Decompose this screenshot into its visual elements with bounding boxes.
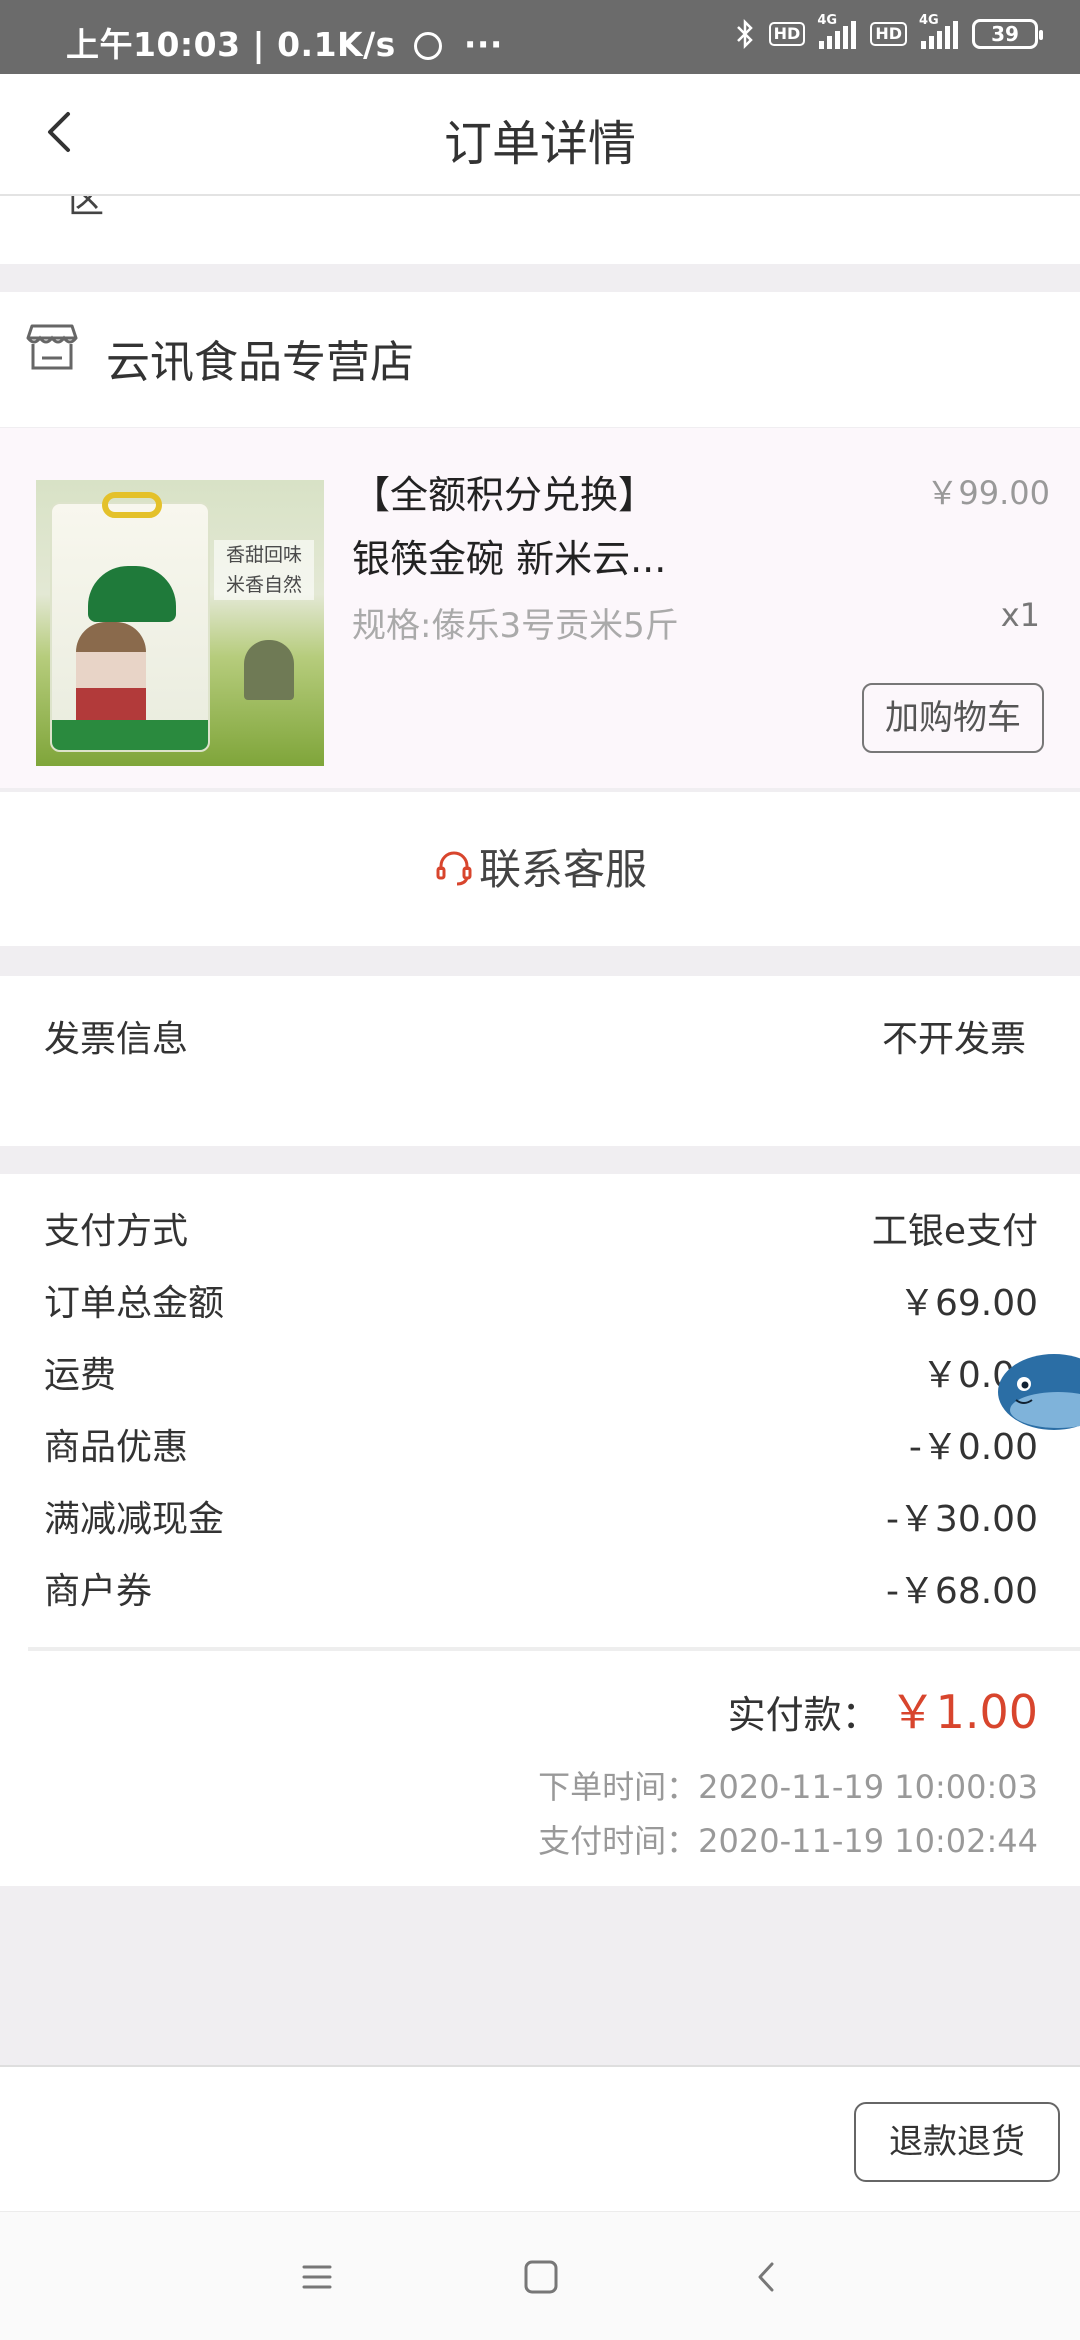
payment-row: 运费 ￥0.00 (44, 1346, 1038, 1396)
product-price: ￥99.00 (926, 474, 1050, 512)
headset-icon (436, 851, 472, 885)
status-bar: 上午10:03 | 0.1K/s ··· HD 4G HD 4G 39 (0, 0, 1080, 74)
payment-row: 订单总金额 ￥69.00 (44, 1274, 1038, 1324)
shop-name: 云讯食品专营店 (106, 337, 414, 388)
full-reduction-value: -￥30.00 (885, 1499, 1038, 1540)
product-name: 银筷金碗 新米云... (352, 537, 667, 581)
order-total-value: ￥69.00 (898, 1283, 1038, 1324)
signal-2-type: 4G (919, 13, 939, 28)
shipping-label: 运费 (44, 1355, 117, 1396)
invoice-label: 发票信息 (44, 1019, 189, 1060)
order-total-label: 订单总金额 (44, 1283, 225, 1324)
order-time: 下单时间：2020-11-19 10:00:03 (538, 1768, 1038, 1806)
store-icon (26, 324, 78, 370)
status-icons: HD 4G HD 4G 39 (735, 13, 1043, 50)
bluetooth-icon (736, 18, 753, 50)
full-reduction-label: 满减减现金 (44, 1499, 225, 1540)
bottom-action-bar: 退款退货 (0, 2065, 1080, 2211)
amount-paid: 实付款： ￥1.00 (728, 1676, 1038, 1742)
amount-paid-label: 实付款： (727, 1693, 880, 1737)
hd-badge-2: HD (870, 22, 907, 46)
product-image-slogan: 香甜回味 米香自然 (214, 540, 314, 600)
floating-assistant-whale-icon[interactable] (996, 1344, 1080, 1436)
payment-method-label: 支付方式 (44, 1211, 189, 1252)
invoice-value: 不开发票 (881, 1019, 1026, 1060)
contact-service-label: 联系客服 (478, 845, 647, 894)
merchant-coupon-label: 商户券 (44, 1571, 153, 1612)
product-discount-label: 商品优惠 (44, 1427, 189, 1468)
product-quantity: x1 (1000, 596, 1040, 634)
merchant-coupon-value: -￥68.00 (885, 1571, 1038, 1612)
product-image[interactable]: 香甜回味 米香自然 (36, 480, 324, 766)
contact-service-button[interactable]: 联系客服 (0, 792, 1080, 946)
battery-icon: 39 (972, 19, 1043, 49)
product-item[interactable]: 香甜回味 米香自然 【全额积分兑换】 银筷金碗 新米云... 规格:傣乐3号贡米… (0, 428, 1080, 788)
product-tag: 【全额积分兑换】 (352, 473, 657, 517)
page-title: 订单详情 (443, 116, 636, 172)
payment-divider (28, 1647, 1080, 1651)
hd-badge-1: HD (768, 22, 806, 46)
menu-icon[interactable] (292, 2252, 342, 2302)
pay-time: 支付时间：2020-11-19 10:02:44 (538, 1822, 1038, 1860)
signal-1-icon: 4G (817, 13, 857, 49)
status-time-text: 上午10:03 | 0.1K/s (66, 25, 396, 64)
status-time: 上午10:03 | 0.1K/s ··· (66, 18, 503, 66)
payment-row: 满减减现金 -￥30.00 (44, 1490, 1038, 1540)
system-nav-bar (0, 2211, 1080, 2340)
rice-bag-graphic (50, 492, 210, 752)
alarm-icon (413, 32, 442, 60)
payment-row: 支付方式 工银e支付 (44, 1202, 1038, 1252)
shop-header[interactable]: 云讯食品专营店 (0, 292, 1080, 427)
address-section: 区 (0, 196, 1080, 264)
page-header: 订单详情 (0, 74, 1080, 196)
more-icon: ··· (463, 25, 503, 64)
amount-paid-value: ￥1.00 (889, 1685, 1038, 1739)
add-to-cart-button[interactable]: 加购物车 (862, 683, 1044, 753)
back-nav-icon[interactable] (742, 2252, 792, 2302)
farmer-graphic (244, 640, 294, 700)
signal-2-icon: 4G (919, 13, 958, 49)
invoice-section: 发票信息 不开发票 (0, 976, 1080, 1146)
payment-method-value: 工银e支付 (871, 1211, 1038, 1252)
payment-section: 支付方式 工银e支付 订单总金额 ￥69.00 运费 ￥0.00 商品优惠 -￥… (0, 1174, 1080, 1886)
payment-row: 商品优惠 -￥0.00 (44, 1418, 1038, 1468)
payment-row: 商户券 -￥68.00 (44, 1562, 1038, 1612)
product-spec: 规格:傣乐3号贡米5斤 (352, 606, 679, 646)
refund-return-button[interactable]: 退款退货 (854, 2102, 1060, 2182)
address-text: 区 (68, 196, 105, 221)
home-icon[interactable] (516, 2252, 566, 2302)
signal-1-type: 4G (817, 13, 838, 28)
